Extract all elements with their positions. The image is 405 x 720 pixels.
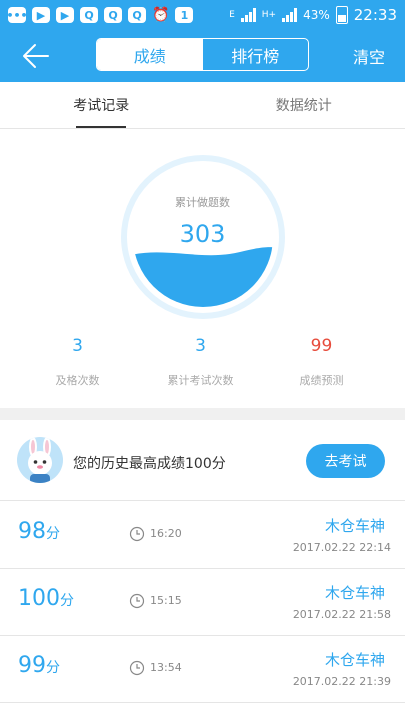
header: 成绩 排行榜 清空 [0,30,405,82]
best-score-row: 您的历史最高成绩100分 去考试 [0,420,405,501]
video-icon: ▶ [32,7,50,23]
list-item[interactable]: 100分 15:15 木仓车神 2017.02.22 21:58 [0,568,405,636]
segmented-control: 成绩 排行榜 [96,38,309,71]
clear-button[interactable]: 清空 [353,44,385,68]
record-score: 100分 [18,586,74,611]
stat-value: 3 [195,336,206,356]
tab-ranking[interactable]: 排行榜 [203,39,309,70]
clock-icon [129,526,145,542]
record-date: 2017.02.22 21:58 [292,608,391,621]
stat-value: 3 [72,336,83,356]
qq-icon: Q [80,7,98,23]
best-score-text: 您的历史最高成绩100分 [73,456,226,472]
list-item[interactable]: 98分 16:20 木仓车神 2017.02.22 22:14 [0,501,405,569]
sub-tabs: 考试记录 数据统计 [0,82,405,129]
record-user: 木仓车神 [324,517,385,535]
tab-exam-records[interactable]: 考试记录 [0,82,203,128]
status-bar: ••• ▶ ▶ Q Q Q ⏰ 1 E H+ 43% 22:33 [0,0,405,30]
clock-icon [129,660,145,676]
record-date: 2017.02.22 22:14 [292,541,391,554]
stat-pass-count: 3 及格次数 [10,336,145,388]
rabbit-avatar-icon [28,437,52,483]
signal-icon [240,8,256,22]
record-user: 木仓车神 [324,584,385,602]
tab-statistics[interactable]: 数据统计 [203,82,405,128]
tab-scores[interactable]: 成绩 [97,39,203,70]
clock: 22:33 [353,6,397,24]
stat-label: 累计考试次数 [167,374,234,387]
network-type-2: H+ [261,10,277,20]
qq-icon: Q [128,7,146,23]
record-date: 2017.02.22 21:39 [292,675,391,688]
section-divider [0,408,405,420]
battery-percent: 43% [303,8,330,22]
clock-icon [129,593,145,609]
go-exam-button[interactable]: 去考试 [306,444,385,478]
list-item[interactable]: 99分 13:54 木仓车神 2017.02.22 21:39 [0,635,405,703]
qq-icon: Q [104,7,122,23]
stat-label: 及格次数 [55,374,100,387]
back-arrow-icon[interactable] [22,43,50,69]
alarm-icon: ⏰ [152,7,170,23]
gauge-value: 303 [179,220,226,248]
calendar-icon: 1 [175,7,194,23]
stat-score-prediction: 99 成绩预测 [254,336,389,388]
record-duration: 16:20 [150,527,182,540]
avatar [17,437,63,483]
record-score: 98分 [18,519,60,544]
chat-icon: ••• [6,7,28,23]
notification-icons: ••• ▶ ▶ Q Q Q ⏰ 1 [6,7,194,23]
stat-value: 99 [310,336,333,356]
record-score: 99分 [18,653,60,678]
battery-icon [335,6,348,24]
record-duration: 15:15 [150,594,182,607]
record-duration: 13:54 [150,661,182,674]
gauge-label: 累计做题数 [175,196,230,209]
stat-exam-count: 3 累计考试次数 [133,336,268,388]
network-type: E [229,10,235,20]
record-user: 木仓车神 [324,651,385,669]
stat-label: 成绩预测 [299,374,344,387]
video-icon: ▶ [56,7,74,23]
signal-icon-2 [282,8,298,22]
